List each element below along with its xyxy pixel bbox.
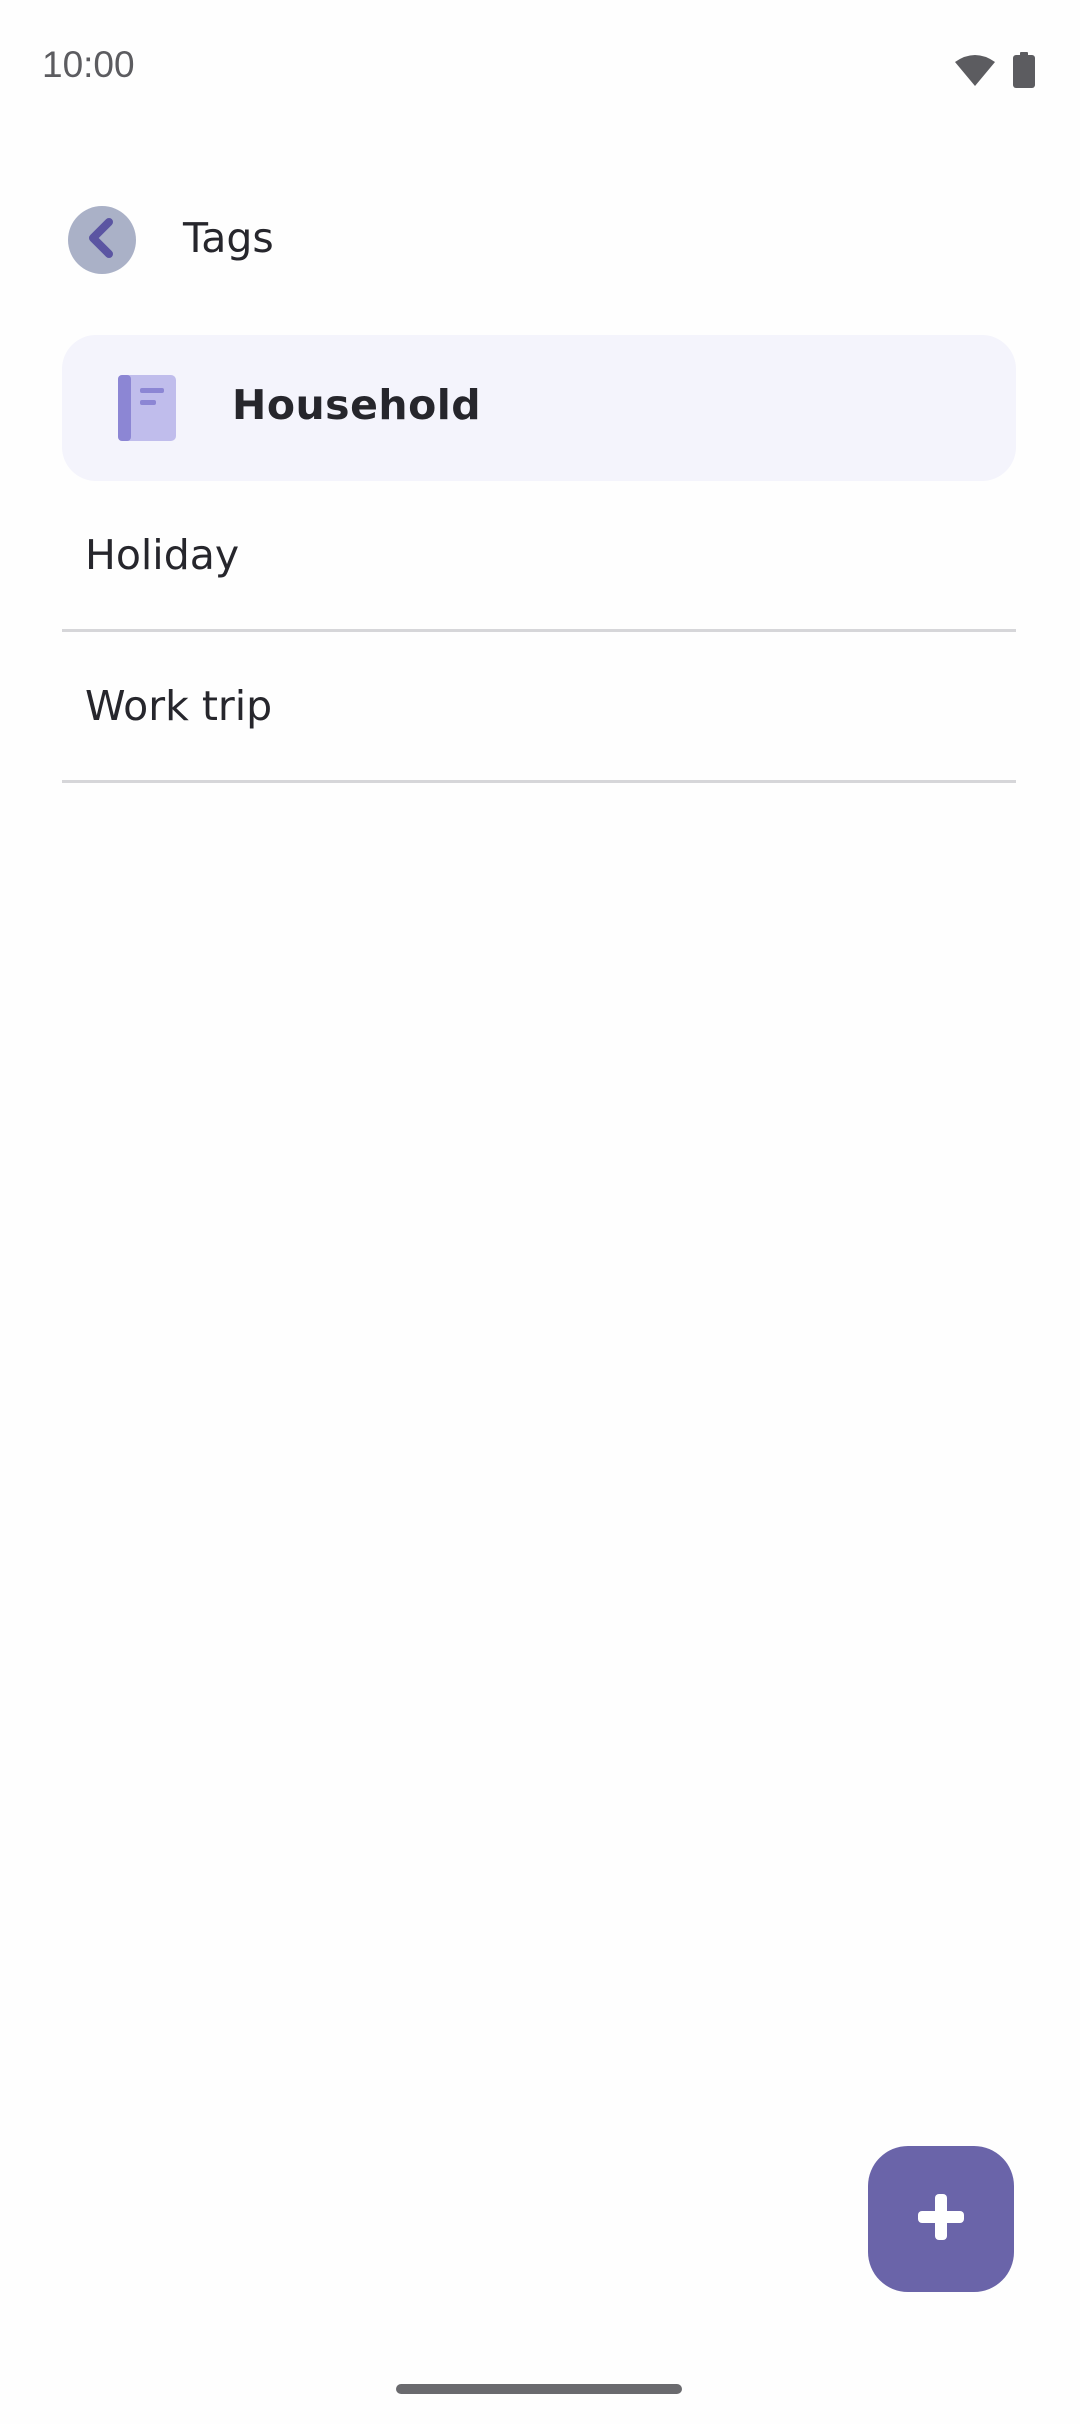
book-icon — [118, 375, 176, 445]
tag-item[interactable]: Holiday — [62, 481, 1016, 632]
tag-label: Holiday — [85, 531, 240, 579]
tag-label: Work trip — [85, 682, 273, 730]
status-time: 10:00 — [42, 44, 135, 85]
home-indicator[interactable] — [396, 2384, 682, 2394]
page-title: Tags — [183, 214, 274, 262]
tag-list: Household Holiday Work trip — [62, 335, 1016, 783]
tag-label: Household — [232, 381, 482, 429]
chevron-left-icon — [85, 218, 119, 262]
app-bar: Tags — [0, 190, 1080, 290]
plus-icon — [916, 2192, 966, 2246]
tag-item[interactable]: Work trip — [62, 632, 1016, 783]
add-tag-button[interactable] — [868, 2146, 1014, 2292]
wifi-icon — [955, 54, 995, 90]
status-icons — [955, 52, 1035, 92]
back-button[interactable] — [68, 206, 136, 274]
battery-icon — [1013, 52, 1035, 92]
status-bar: 10:00 — [0, 0, 1080, 140]
tag-item-selected[interactable]: Household — [62, 335, 1016, 481]
